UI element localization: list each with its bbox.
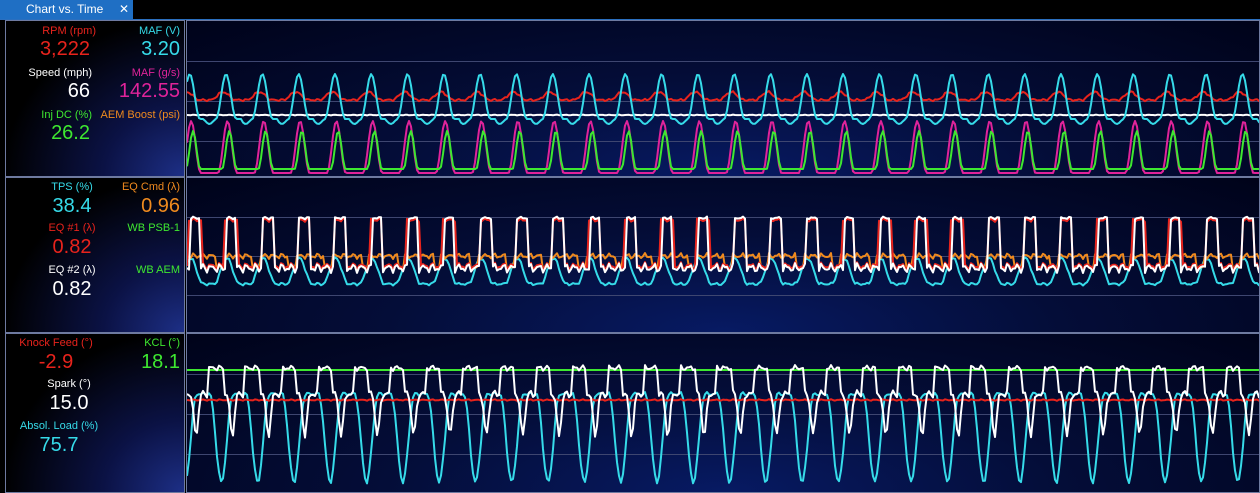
absol-load-value: 75.7 [39,434,79,456]
maf-gs-value: 142.55 [118,80,180,102]
kcl-value: 18.1 [141,351,180,373]
close-icon[interactable]: ✕ [119,0,129,19]
plot-area-fueling[interactable] [186,177,1260,333]
absol-load-label: Absol. Load (%) [19,420,99,432]
trace-layer-fueling [187,215,1259,287]
maf-v-label: MAF (V) [139,25,180,37]
eq2-value: 0.82 [52,278,92,300]
chart-panel-fueling: TPS (%) 38.4 EQ Cmd (λ) 0.96 EQ #1 (λ) 0… [5,177,1260,333]
tab-chart-vs-time[interactable]: Chart vs. Time ✕ [0,0,133,19]
plot-area-engine[interactable] [186,20,1260,177]
spark-label: Spark (°) [47,378,91,390]
wb-psb1-label: WB PSB-1 [127,222,180,234]
trace-layer-timing [187,364,1259,485]
speed-label: Speed (mph) [28,67,92,79]
spark-value: 15.0 [49,392,89,414]
eq-cmd-value: 0.96 [141,195,180,217]
chart-panel-engine: RPM (rpm) 3,222 MAF (V) 3.20 Speed (mph)… [5,20,1260,177]
tab-label: Chart vs. Time [26,2,104,16]
inj-dc-value: 26.2 [51,122,90,144]
readout-panel-timing: Knock Feed (°) -2.9 KCL (°) 18.1 Spark (… [5,333,185,493]
speed-value: 66 [67,80,90,102]
inj-dc-label: Inj DC (%) [41,109,92,121]
eq-cmd-label: EQ Cmd (λ) [121,181,180,193]
knock-feed-value: -2.9 [38,351,74,373]
knock-feed-label: Knock Feed (°) [19,337,93,349]
maf-v-value: 3.20 [141,38,180,60]
trace-layer-engine [187,73,1259,174]
plot-area-timing[interactable] [186,333,1260,493]
eq1-value: 0.82 [52,236,92,258]
aem-boost-label: AEM Boost (psi) [100,109,180,121]
maf-gs-label: MAF (g/s) [131,67,180,79]
tab-strip: Chart vs. Time ✕ [0,0,1260,20]
chart-panel-timing: Knock Feed (°) -2.9 KCL (°) 18.1 Spark (… [5,333,1260,493]
rpm-value: 3,222 [39,38,90,60]
kcl-label: KCL (°) [144,337,180,349]
readout-panel-fueling: TPS (%) 38.4 EQ Cmd (λ) 0.96 EQ #1 (λ) 0… [5,177,185,333]
wb-aem-label: WB AEM [135,264,180,276]
readout-panel-engine: RPM (rpm) 3,222 MAF (V) 3.20 Speed (mph)… [5,20,185,177]
rpm-label: RPM (rpm) [42,25,96,37]
